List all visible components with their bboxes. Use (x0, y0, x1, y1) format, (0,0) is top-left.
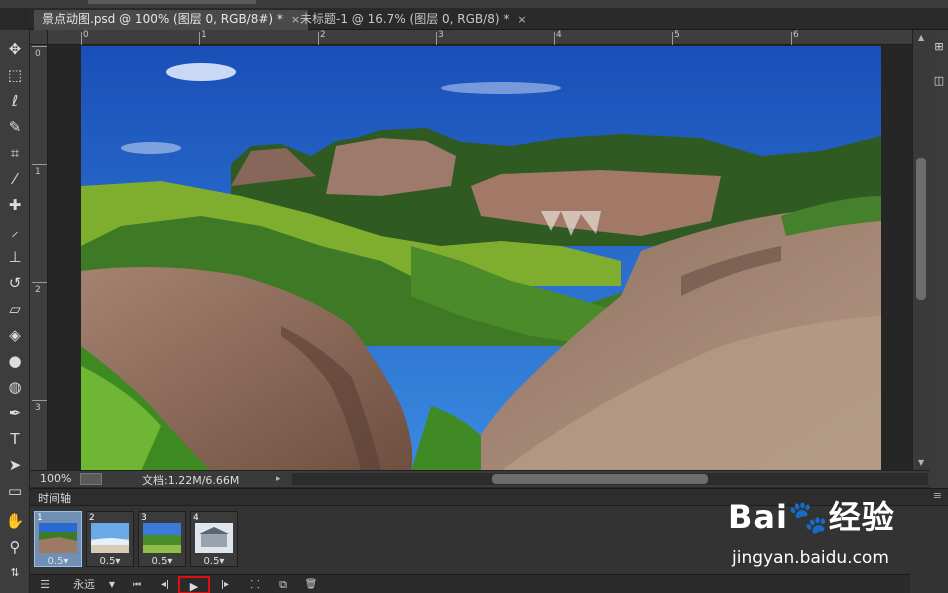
ruler-label: 6 (793, 30, 799, 40)
tools-panel: ✥ ⬚ ℓ ✎ ⌗ ⁄ ✚ ⸝ ⊥ ↺ ▱ ◈ ● ◍ ✒ T ➤ ▭ ✋ ⚲ … (0, 30, 30, 593)
ruler-label: 0 (83, 30, 89, 40)
menu-strip-handle (146, 0, 256, 4)
ruler-label: 3 (35, 403, 41, 413)
watermark-url: jingyan.baidu.com (732, 548, 889, 568)
tab-untitled-1[interactable]: 未标题-1 @ 16.7% (图层 0, RGB/8) * × (292, 10, 535, 30)
ruler-label: 4 (556, 30, 562, 40)
horizontal-ruler: 0 1 2 3 4 5 6 (48, 30, 912, 45)
healing-brush-tool-icon[interactable]: ✚ (2, 194, 28, 216)
hand-tool-icon[interactable]: ✋ (2, 510, 28, 532)
frame-delay[interactable]: 0.5▾ (35, 556, 81, 567)
collapsed-panels: ⊞ ◫ (930, 30, 948, 488)
first-frame-icon[interactable]: ⏮ (128, 576, 146, 593)
eyedropper-tool-icon[interactable]: ⁄ (2, 168, 28, 190)
tab-scenic-gif[interactable]: 景点动图.psd @ 100% (图层 0, RGB/8#) * × (34, 10, 309, 30)
clone-stamp-tool-icon[interactable]: ⊥ (2, 246, 28, 268)
play-button[interactable]: ▶ (178, 576, 210, 593)
history-brush-tool-icon[interactable]: ↺ (2, 272, 28, 294)
timeline-frame[interactable]: 3 0.5▾ (138, 511, 186, 567)
frame-delay[interactable]: 0.5▾ (87, 556, 133, 567)
frame-thumbnail (39, 523, 77, 553)
frame-number: 3 (141, 513, 147, 523)
tab-label: 未标题-1 @ 16.7% (图层 0, RGB/8) * (300, 12, 510, 26)
photoshop-window: 景点动图.psd @ 100% (图层 0, RGB/8#) * × 未标题-1 … (0, 0, 948, 593)
type-tool-icon[interactable]: T (2, 428, 28, 450)
frame-thumbnail (195, 523, 233, 553)
quick-select-tool-icon[interactable]: ✎ (2, 116, 28, 138)
move-tool-icon[interactable]: ✥ (2, 38, 28, 60)
canvas-area[interactable] (48, 45, 912, 471)
ruler-label: 0 (35, 49, 41, 59)
status-bar: 100% 文档:1.22M/6.66M ▸ (30, 470, 930, 487)
frame-number: 2 (89, 513, 95, 523)
ruler-label: 1 (35, 167, 41, 177)
dodge-tool-icon[interactable]: ◍ (2, 376, 28, 398)
frame-thumbnail (143, 523, 181, 553)
duplicate-frame-icon[interactable]: ⧉ (274, 576, 292, 593)
document-tabs: 景点动图.psd @ 100% (图层 0, RGB/8#) * × 未标题-1 … (30, 8, 948, 30)
tween-icon[interactable]: ⸬ (246, 576, 264, 593)
paint-bucket-tool-icon[interactable]: ◈ (2, 324, 28, 346)
swap-colors-icon[interactable]: ⇅ (2, 562, 28, 584)
ruler-label: 5 (674, 30, 680, 40)
vertical-scrollbar[interactable]: ▲ ▼ (912, 30, 930, 470)
timeline-frame[interactable]: 2 0.5▾ (86, 511, 134, 567)
ruler-label: 1 (201, 30, 207, 40)
trash-icon[interactable]: 🗑 (302, 576, 320, 593)
landscape-photo[interactable] (81, 46, 881, 471)
frame-delay[interactable]: 0.5▾ (191, 556, 237, 567)
scroll-thumb[interactable] (916, 158, 926, 300)
zoom-tool-icon[interactable]: ⚲ (2, 536, 28, 558)
frame-number: 4 (193, 513, 199, 523)
status-tag-icon (80, 473, 102, 485)
tab-label: 景点动图.psd @ 100% (图层 0, RGB/8#) * (42, 12, 283, 26)
zoom-level[interactable]: 100% (40, 472, 71, 485)
menu-strip (0, 0, 948, 8)
frame-thumbnail (91, 523, 129, 553)
panel-icon[interactable]: ◫ (932, 70, 946, 92)
baidu-jingyan-watermark: Bai🐾经验 jingyan.baidu.com (728, 492, 948, 574)
frame-delay[interactable]: 0.5▾ (139, 556, 185, 567)
scroll-thumb[interactable] (492, 474, 708, 484)
lasso-tool-icon[interactable]: ℓ (2, 90, 28, 112)
ruler-label: 2 (320, 30, 326, 40)
next-frame-icon[interactable]: ǀ▸ (216, 576, 234, 593)
crop-tool-icon[interactable]: ⌗ (2, 142, 28, 164)
status-menu-arrow-icon[interactable]: ▸ (276, 474, 281, 484)
scroll-down-icon[interactable]: ▼ (918, 458, 924, 467)
timeline-controls: ☰ 永远 ▼ ⏮ ◂ǀ ▶ ǀ▸ ⸬ ⧉ 🗑 (30, 574, 910, 593)
vertical-ruler: 0 1 2 3 (30, 45, 48, 470)
shape-tool-icon[interactable]: ▭ (2, 480, 28, 502)
timeline-frame[interactable]: 1 0.5▾ (34, 511, 82, 567)
pen-tool-icon[interactable]: ✒ (2, 402, 28, 424)
brush-tool-icon[interactable]: ⸝ (2, 220, 28, 242)
chevron-down-icon[interactable]: ▼ (106, 576, 118, 593)
blur-tool-icon[interactable]: ● (2, 350, 28, 372)
document-size: 文档:1.22M/6.66M (142, 474, 240, 487)
watermark-logo: Bai🐾经验 (728, 498, 895, 536)
eraser-tool-icon[interactable]: ▱ (2, 298, 28, 320)
path-select-tool-icon[interactable]: ➤ (2, 454, 28, 476)
ruler-label: 3 (438, 30, 444, 40)
panel-icon[interactable]: ⊞ (932, 36, 946, 58)
timeline-frame[interactable]: 4 0.5▾ (190, 511, 238, 567)
previous-frame-icon[interactable]: ◂ǀ (156, 576, 174, 593)
ruler-corner (30, 30, 48, 45)
convert-timeline-icon[interactable]: ☰ (36, 576, 54, 593)
timeline-title[interactable]: 时间轴 (38, 490, 71, 506)
marquee-tool-icon[interactable]: ⬚ (2, 64, 28, 86)
scroll-up-icon[interactable]: ▲ (918, 33, 924, 42)
loop-select[interactable]: 永远 (64, 576, 104, 593)
frame-number: 1 (37, 513, 43, 523)
horizontal-scrollbar[interactable] (292, 473, 928, 485)
menu-strip-handle (88, 0, 146, 4)
ruler-label: 2 (35, 285, 41, 295)
close-icon[interactable]: × (517, 13, 526, 26)
